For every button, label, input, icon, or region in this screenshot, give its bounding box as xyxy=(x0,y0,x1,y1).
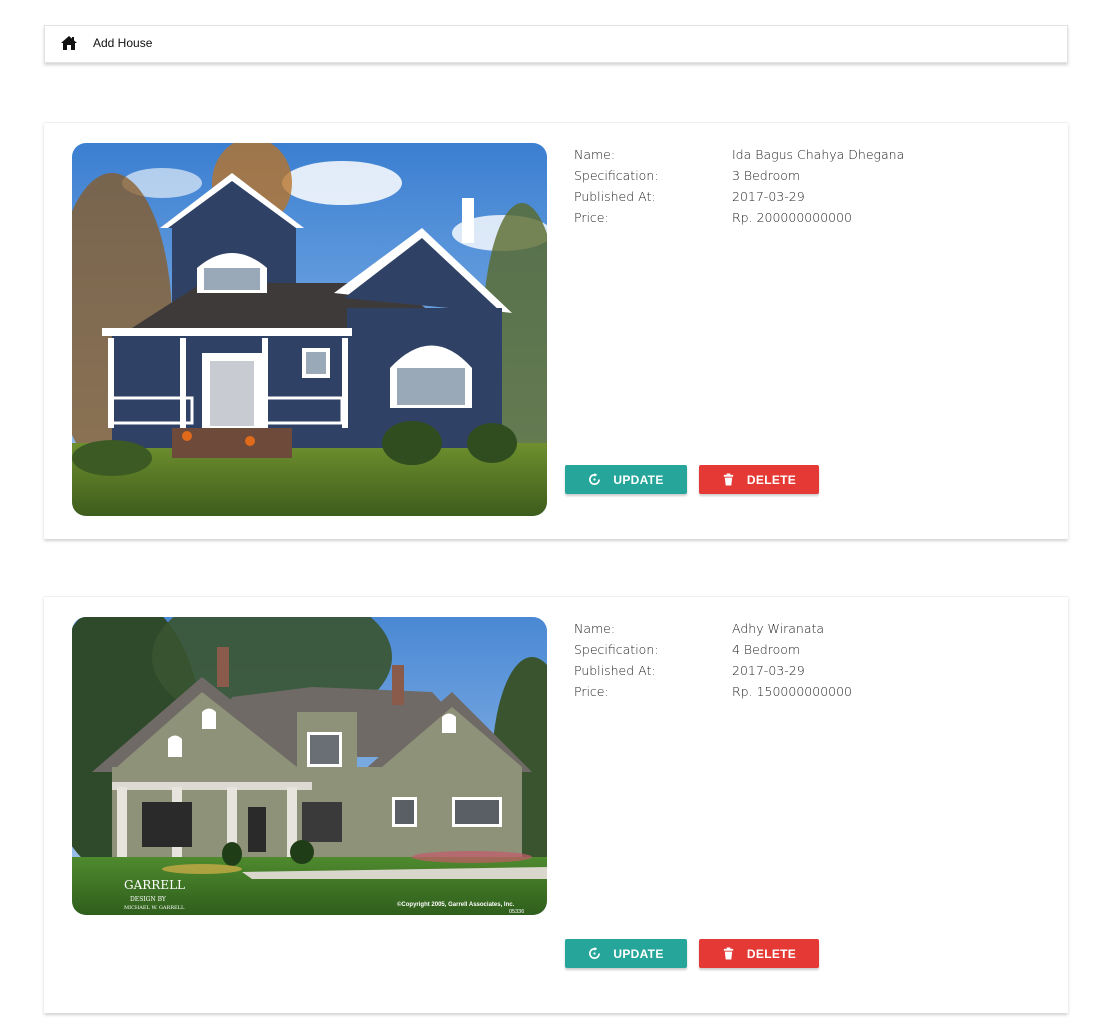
house-card: GARRELL DESIGN BY MICHAEL W. GARRELL ©Co… xyxy=(44,596,1068,1013)
name-row: Name: Adhy Wiranata xyxy=(574,618,974,639)
published-label: Published At: xyxy=(574,189,656,204)
price-value: Rp. 150000000000 xyxy=(732,684,853,699)
refresh-icon xyxy=(589,473,601,485)
home-icon[interactable] xyxy=(60,35,78,51)
refresh-icon xyxy=(589,947,601,959)
price-label: Price: xyxy=(574,684,609,699)
svg-text:05336: 05336 xyxy=(509,909,524,915)
delete-label: DELETE xyxy=(746,472,797,487)
update-button[interactable]: UPDATE xyxy=(565,939,687,968)
svg-text:MICHAEL W. GARRELL: MICHAEL W. GARRELL xyxy=(124,905,185,911)
specification-label: Specification: xyxy=(574,642,659,657)
delete-label: DELETE xyxy=(746,946,797,961)
trash-icon xyxy=(723,947,734,960)
house-info: Name: Ida Bagus Chahya Dhegana Specifica… xyxy=(574,144,974,228)
published-value: 2017-03-29 xyxy=(732,189,805,204)
update-label: UPDATE xyxy=(613,472,664,487)
published-label: Published At: xyxy=(574,663,656,678)
price-row: Price: Rp. 200000000000 xyxy=(574,207,974,228)
published-row: Published At: 2017-03-29 xyxy=(574,660,974,681)
specification-value: 4 Bedroom xyxy=(732,642,801,657)
house-card: Name: Ida Bagus Chahya Dhegana Specifica… xyxy=(44,122,1068,539)
name-row: Name: Ida Bagus Chahya Dhegana xyxy=(574,144,974,165)
name-value: Ida Bagus Chahya Dhegana xyxy=(732,147,905,162)
specification-row: Specification: 3 Bedroom xyxy=(574,165,974,186)
price-value: Rp. 200000000000 xyxy=(732,210,853,225)
specification-row: Specification: 4 Bedroom xyxy=(574,639,974,660)
svg-text:©Copyright 2005, Garrell Assoc: ©Copyright 2005, Garrell Associates, Inc… xyxy=(397,901,515,908)
price-row: Price: Rp. 150000000000 xyxy=(574,681,974,702)
published-value: 2017-03-29 xyxy=(732,663,805,678)
name-value: Adhy Wiranata xyxy=(732,621,825,636)
name-label: Name: xyxy=(574,147,616,162)
add-house-link[interactable]: Add House xyxy=(93,36,152,50)
house-photo xyxy=(72,143,547,516)
delete-button[interactable]: DELETE xyxy=(699,465,819,494)
delete-button[interactable]: DELETE xyxy=(699,939,819,968)
specification-label: Specification: xyxy=(574,168,659,183)
watermark-logo: GARRELL xyxy=(124,878,185,892)
name-label: Name: xyxy=(574,621,616,636)
house-photo: GARRELL DESIGN BY MICHAEL W. GARRELL ©Co… xyxy=(72,617,547,915)
update-button[interactable]: UPDATE xyxy=(565,465,687,494)
specification-value: 3 Bedroom xyxy=(732,168,801,183)
svg-text:DESIGN BY: DESIGN BY xyxy=(130,896,167,903)
published-row: Published At: 2017-03-29 xyxy=(574,186,974,207)
price-label: Price: xyxy=(574,210,609,225)
house-info: Name: Adhy Wiranata Specification: 4 Bed… xyxy=(574,618,974,702)
trash-icon xyxy=(723,473,734,486)
update-label: UPDATE xyxy=(613,946,664,961)
navbar: Add House xyxy=(44,25,1068,63)
